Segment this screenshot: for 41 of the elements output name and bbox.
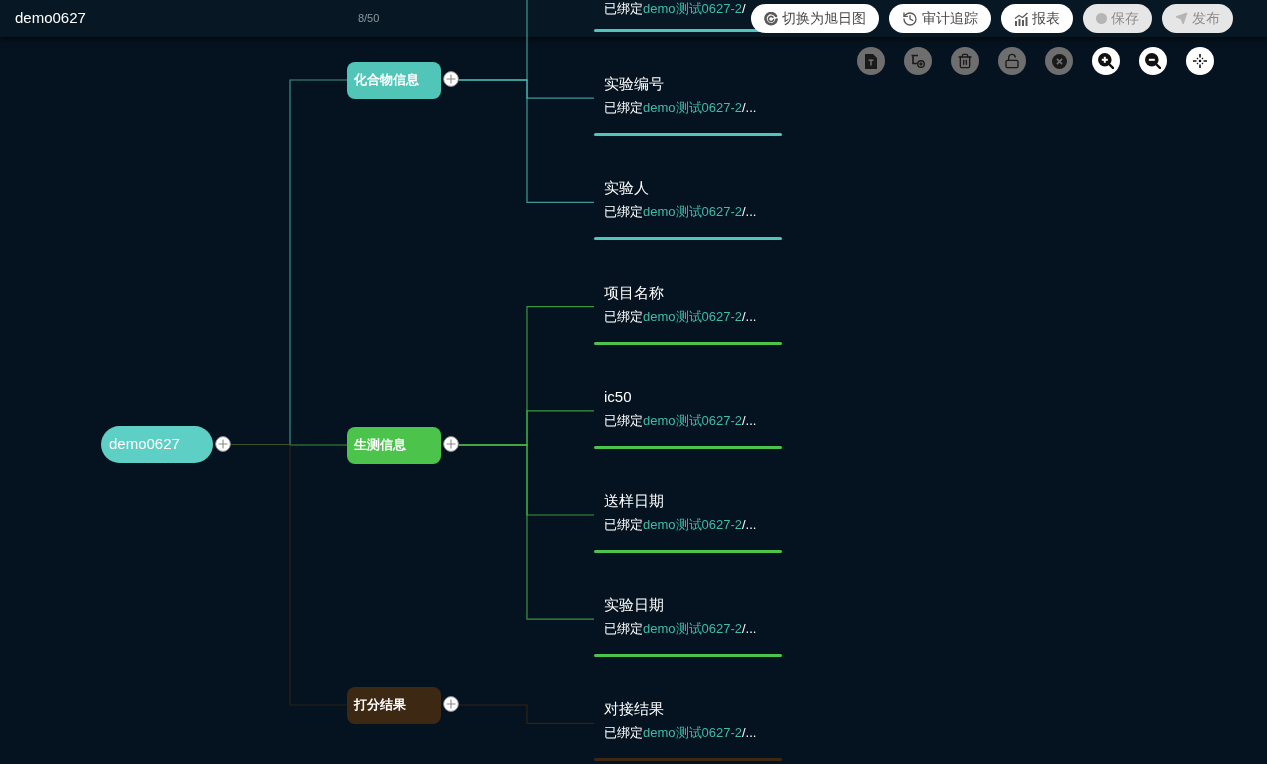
leaf-title[interactable]: 对接结果 — [604, 698, 664, 721]
binding-text: 已绑定demo测试0627-2/... — [604, 411, 757, 430]
trash-icon — [957, 53, 973, 69]
leaf-title[interactable]: 实验日期 — [604, 594, 664, 617]
report-button[interactable]: 报表 — [1001, 4, 1073, 33]
zoom-out-button[interactable] — [1139, 47, 1167, 75]
text-file-icon — [865, 53, 877, 69]
audit-trail-button[interactable]: 审计追踪 — [889, 4, 991, 33]
dot-icon — [1096, 13, 1107, 24]
binding-text: 已绑定demo测试0627-2/... — [604, 99, 757, 118]
focus-icon — [1193, 54, 1207, 68]
plus-circle-icon[interactable] — [215, 435, 231, 452]
plus-circle-icon[interactable] — [443, 696, 459, 712]
zoom-in-icon — [1098, 53, 1114, 69]
fit-view-button[interactable] — [1186, 47, 1214, 75]
zoom-in-button[interactable] — [1092, 47, 1120, 75]
leaf-title[interactable]: 送样日期 — [604, 490, 664, 512]
sunburst-toggle-button[interactable]: 切换为旭日图 — [751, 4, 879, 33]
binding-text: 已绑定demo测试0627-2/... — [604, 203, 757, 222]
binding-text: 已绑定demo测试0627-2/... — [604, 724, 757, 743]
topic-node[interactable]: 打分结果 — [347, 686, 441, 724]
leaf-title[interactable]: ic50 — [604, 385, 632, 408]
binding-text: 已绑定demo测试0627-2/... — [604, 620, 757, 639]
history-icon — [902, 10, 918, 27]
zoom-out-icon — [1145, 53, 1161, 69]
close-icon — [1051, 53, 1067, 69]
plus-circle-icon[interactable] — [443, 71, 459, 87]
binding-text: 已绑定demo测试0627-2/... — [604, 516, 757, 534]
unlock-icon — [1004, 53, 1020, 69]
binding-text: 已绑定demo测试0627-2/... — [604, 307, 757, 326]
leaf-title[interactable]: 实验编号 — [604, 73, 664, 96]
send-icon — [1175, 12, 1188, 25]
leaf-title[interactable]: 实验人 — [604, 177, 649, 200]
bar-chart-icon — [1014, 11, 1028, 26]
page-counter: 8/50 — [357, 11, 380, 27]
document-title: demo0627 — [15, 8, 86, 29]
spiral-icon — [764, 11, 778, 26]
binding-text: 已绑定demo测试0627-2/ — [604, 0, 746, 18]
plus-circle-icon[interactable] — [443, 436, 459, 452]
branch-plus-icon — [911, 54, 925, 68]
leaf-title[interactable]: 项目名称 — [604, 281, 664, 304]
